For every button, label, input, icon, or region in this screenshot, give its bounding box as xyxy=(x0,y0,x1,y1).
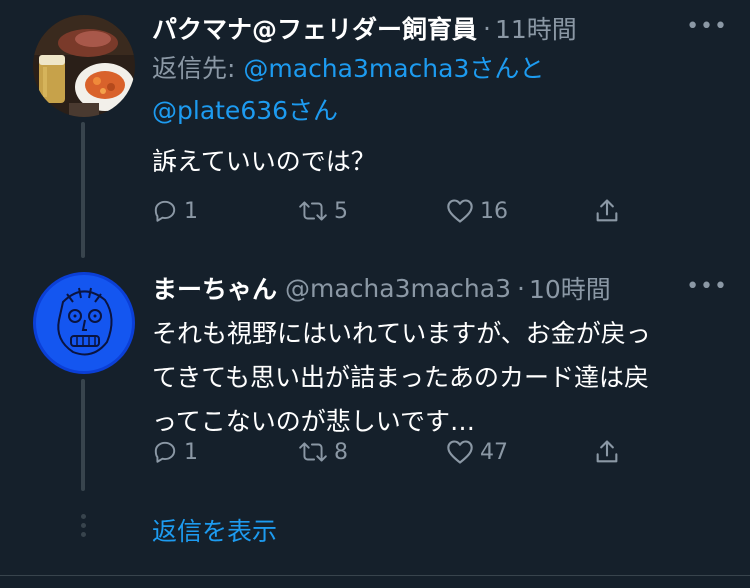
separator-dot: · xyxy=(483,13,491,43)
avatar[interactable] xyxy=(33,15,135,117)
show-replies-row[interactable]: 返信を表示 xyxy=(0,500,750,560)
collapsed-thread-dots-icon xyxy=(79,514,87,544)
retweet-icon xyxy=(299,442,327,462)
share-icon xyxy=(596,199,618,222)
like-count: 47 xyxy=(480,439,508,465)
timestamp[interactable]: 10時間 xyxy=(529,270,611,306)
tweet-text: それも視野にはいれていますが、お金が戻っ てきても思い出が詰まったあのカード達は… xyxy=(152,312,730,444)
like-count: 16 xyxy=(480,198,508,224)
tweet-text-line: てきても思い出が詰まったあのカード達は戻 xyxy=(152,363,650,392)
tweet-actions: 1 5 16 xyxy=(152,191,652,231)
reply-icon xyxy=(154,200,176,222)
heart-icon xyxy=(447,440,473,464)
reply-button[interactable]: 1 xyxy=(152,432,198,472)
avatar[interactable] xyxy=(33,272,135,374)
retweet-button[interactable]: 8 xyxy=(298,432,348,472)
tweet-text-line: 訴えていいのでは？ xyxy=(152,147,376,176)
like-button[interactable]: 47 xyxy=(446,432,508,472)
food-photo-avatar-icon xyxy=(33,15,135,117)
thread-connector xyxy=(81,122,85,258)
blue-drawing-avatar-icon xyxy=(33,272,135,374)
replying-label: 返信先: xyxy=(152,54,236,83)
separator-dot: · xyxy=(517,273,525,303)
reply-count: 1 xyxy=(184,198,198,224)
display-name[interactable]: パクマナ@フェリダー飼育員 xyxy=(152,10,477,46)
reply-icon xyxy=(154,441,176,463)
tweet-header: まーちゃん @macha3macha3 · 10時間 xyxy=(152,268,730,308)
user-handle[interactable]: @macha3macha3 xyxy=(285,274,511,303)
show-replies-link[interactable]: 返信を表示 xyxy=(152,512,277,548)
tweet[interactable]: ••• まーちゃん @macha3macha3 · 10時間 それも視野にはいれ… xyxy=(0,260,750,492)
divider xyxy=(0,575,750,576)
mention-link[interactable]: @plate636さん xyxy=(152,96,338,125)
thread-connector xyxy=(81,379,85,491)
timestamp[interactable]: 11時間 xyxy=(495,10,577,46)
replying-to: 返信先: @macha3macha3さんと @plate636さん xyxy=(152,48,730,132)
like-button[interactable]: 16 xyxy=(446,191,508,231)
retweet-count: 5 xyxy=(334,198,348,224)
tweet-text: 訴えていいのでは？ xyxy=(152,140,730,184)
heart-icon xyxy=(447,199,473,223)
tweet-header: パクマナ@フェリダー飼育員 · 11時間 xyxy=(152,8,730,48)
reply-button[interactable]: 1 xyxy=(152,191,198,231)
tweet-text-line: それも視野にはいれていますが、お金が戻っ xyxy=(152,319,651,348)
tweet-actions: 1 8 47 xyxy=(152,432,652,472)
conversation-thread: ••• パクマナ@フェリダー飼育員 · 11時間 返信先: @macha3mac… xyxy=(0,0,750,588)
display-name[interactable]: まーちゃん xyxy=(152,270,277,306)
share-icon xyxy=(596,440,618,463)
tweet-content: まーちゃん @macha3macha3 · 10時間 それも視野にはいれています… xyxy=(152,268,730,444)
reply-count: 1 xyxy=(184,439,198,465)
retweet-button[interactable]: 5 xyxy=(298,191,348,231)
tweet[interactable]: ••• パクマナ@フェリダー飼育員 · 11時間 返信先: @macha3mac… xyxy=(0,0,750,260)
mention-link[interactable]: @macha3macha3さんと xyxy=(243,54,544,83)
tweet-content: パクマナ@フェリダー飼育員 · 11時間 返信先: @macha3macha3さ… xyxy=(152,8,730,184)
share-button[interactable] xyxy=(593,191,621,231)
share-button[interactable] xyxy=(593,432,621,472)
retweet-count: 8 xyxy=(334,439,348,465)
retweet-icon xyxy=(299,201,327,221)
